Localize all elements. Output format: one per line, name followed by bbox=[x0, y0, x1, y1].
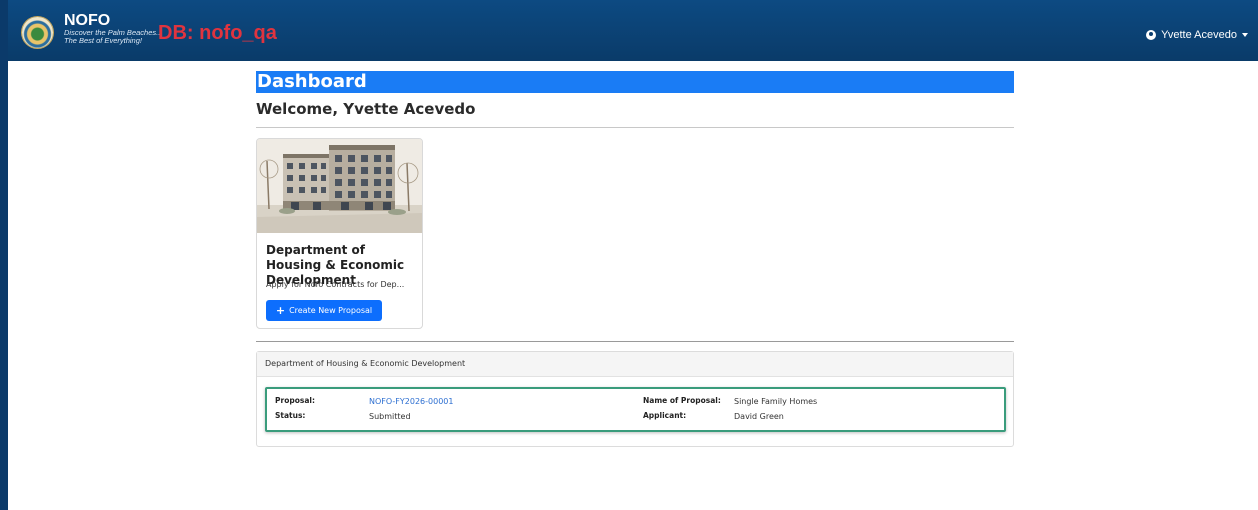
welcome-message: Welcome, Yvette Acevedo bbox=[256, 100, 476, 118]
divider bbox=[256, 127, 1014, 128]
status-value: Submitted bbox=[369, 412, 411, 421]
proposal-label: Proposal: bbox=[275, 396, 315, 405]
brand-tagline-2: The Best of Everything! bbox=[64, 36, 142, 45]
main-container: Dashboard Welcome, Yvette Acevedo Depart… bbox=[256, 71, 1014, 447]
department-card: Department of Housing & Economic Develop… bbox=[256, 138, 423, 329]
status-label: Status: bbox=[275, 411, 306, 420]
applicant-label: Applicant: bbox=[643, 411, 687, 420]
card-description: Apply for Nofo Contracts for Dep... bbox=[266, 280, 405, 289]
proposal-id-link[interactable]: NOFO-FY2026-00001 bbox=[369, 397, 453, 406]
create-new-proposal-label: Create New Proposal bbox=[289, 306, 373, 315]
create-new-proposal-button[interactable]: + Create New Proposal bbox=[266, 300, 382, 321]
caret-down-icon bbox=[1242, 33, 1248, 37]
panel-header: Department of Housing & Economic Develop… bbox=[257, 352, 1013, 377]
county-seal-logo[interactable] bbox=[22, 17, 53, 48]
applicant-value: David Green bbox=[734, 412, 784, 421]
page-title: Dashboard bbox=[256, 71, 1014, 93]
brand[interactable]: NOFO Discover the Palm Beaches... The Be… bbox=[64, 12, 162, 45]
user-name: Yvette Acevedo bbox=[1161, 29, 1237, 41]
user-menu-dropdown[interactable]: Yvette Acevedo bbox=[1146, 29, 1248, 41]
top-navbar: NOFO Discover the Palm Beaches... The Be… bbox=[8, 0, 1258, 61]
building-image bbox=[257, 139, 422, 233]
name-of-proposal-label: Name of Proposal: bbox=[643, 396, 721, 405]
divider bbox=[256, 341, 1014, 342]
brand-name: NOFO bbox=[64, 12, 111, 29]
user-circle-icon bbox=[1146, 30, 1157, 40]
left-edge-bar bbox=[0, 0, 8, 510]
proposals-panel: Department of Housing & Economic Develop… bbox=[256, 351, 1014, 447]
proposal-entry[interactable]: Proposal: NOFO-FY2026-00001 Status: Subm… bbox=[265, 387, 1006, 432]
plus-icon: + bbox=[275, 303, 286, 317]
name-of-proposal-value: Single Family Homes bbox=[734, 397, 818, 406]
database-label: DB: nofo_qa bbox=[158, 22, 277, 44]
